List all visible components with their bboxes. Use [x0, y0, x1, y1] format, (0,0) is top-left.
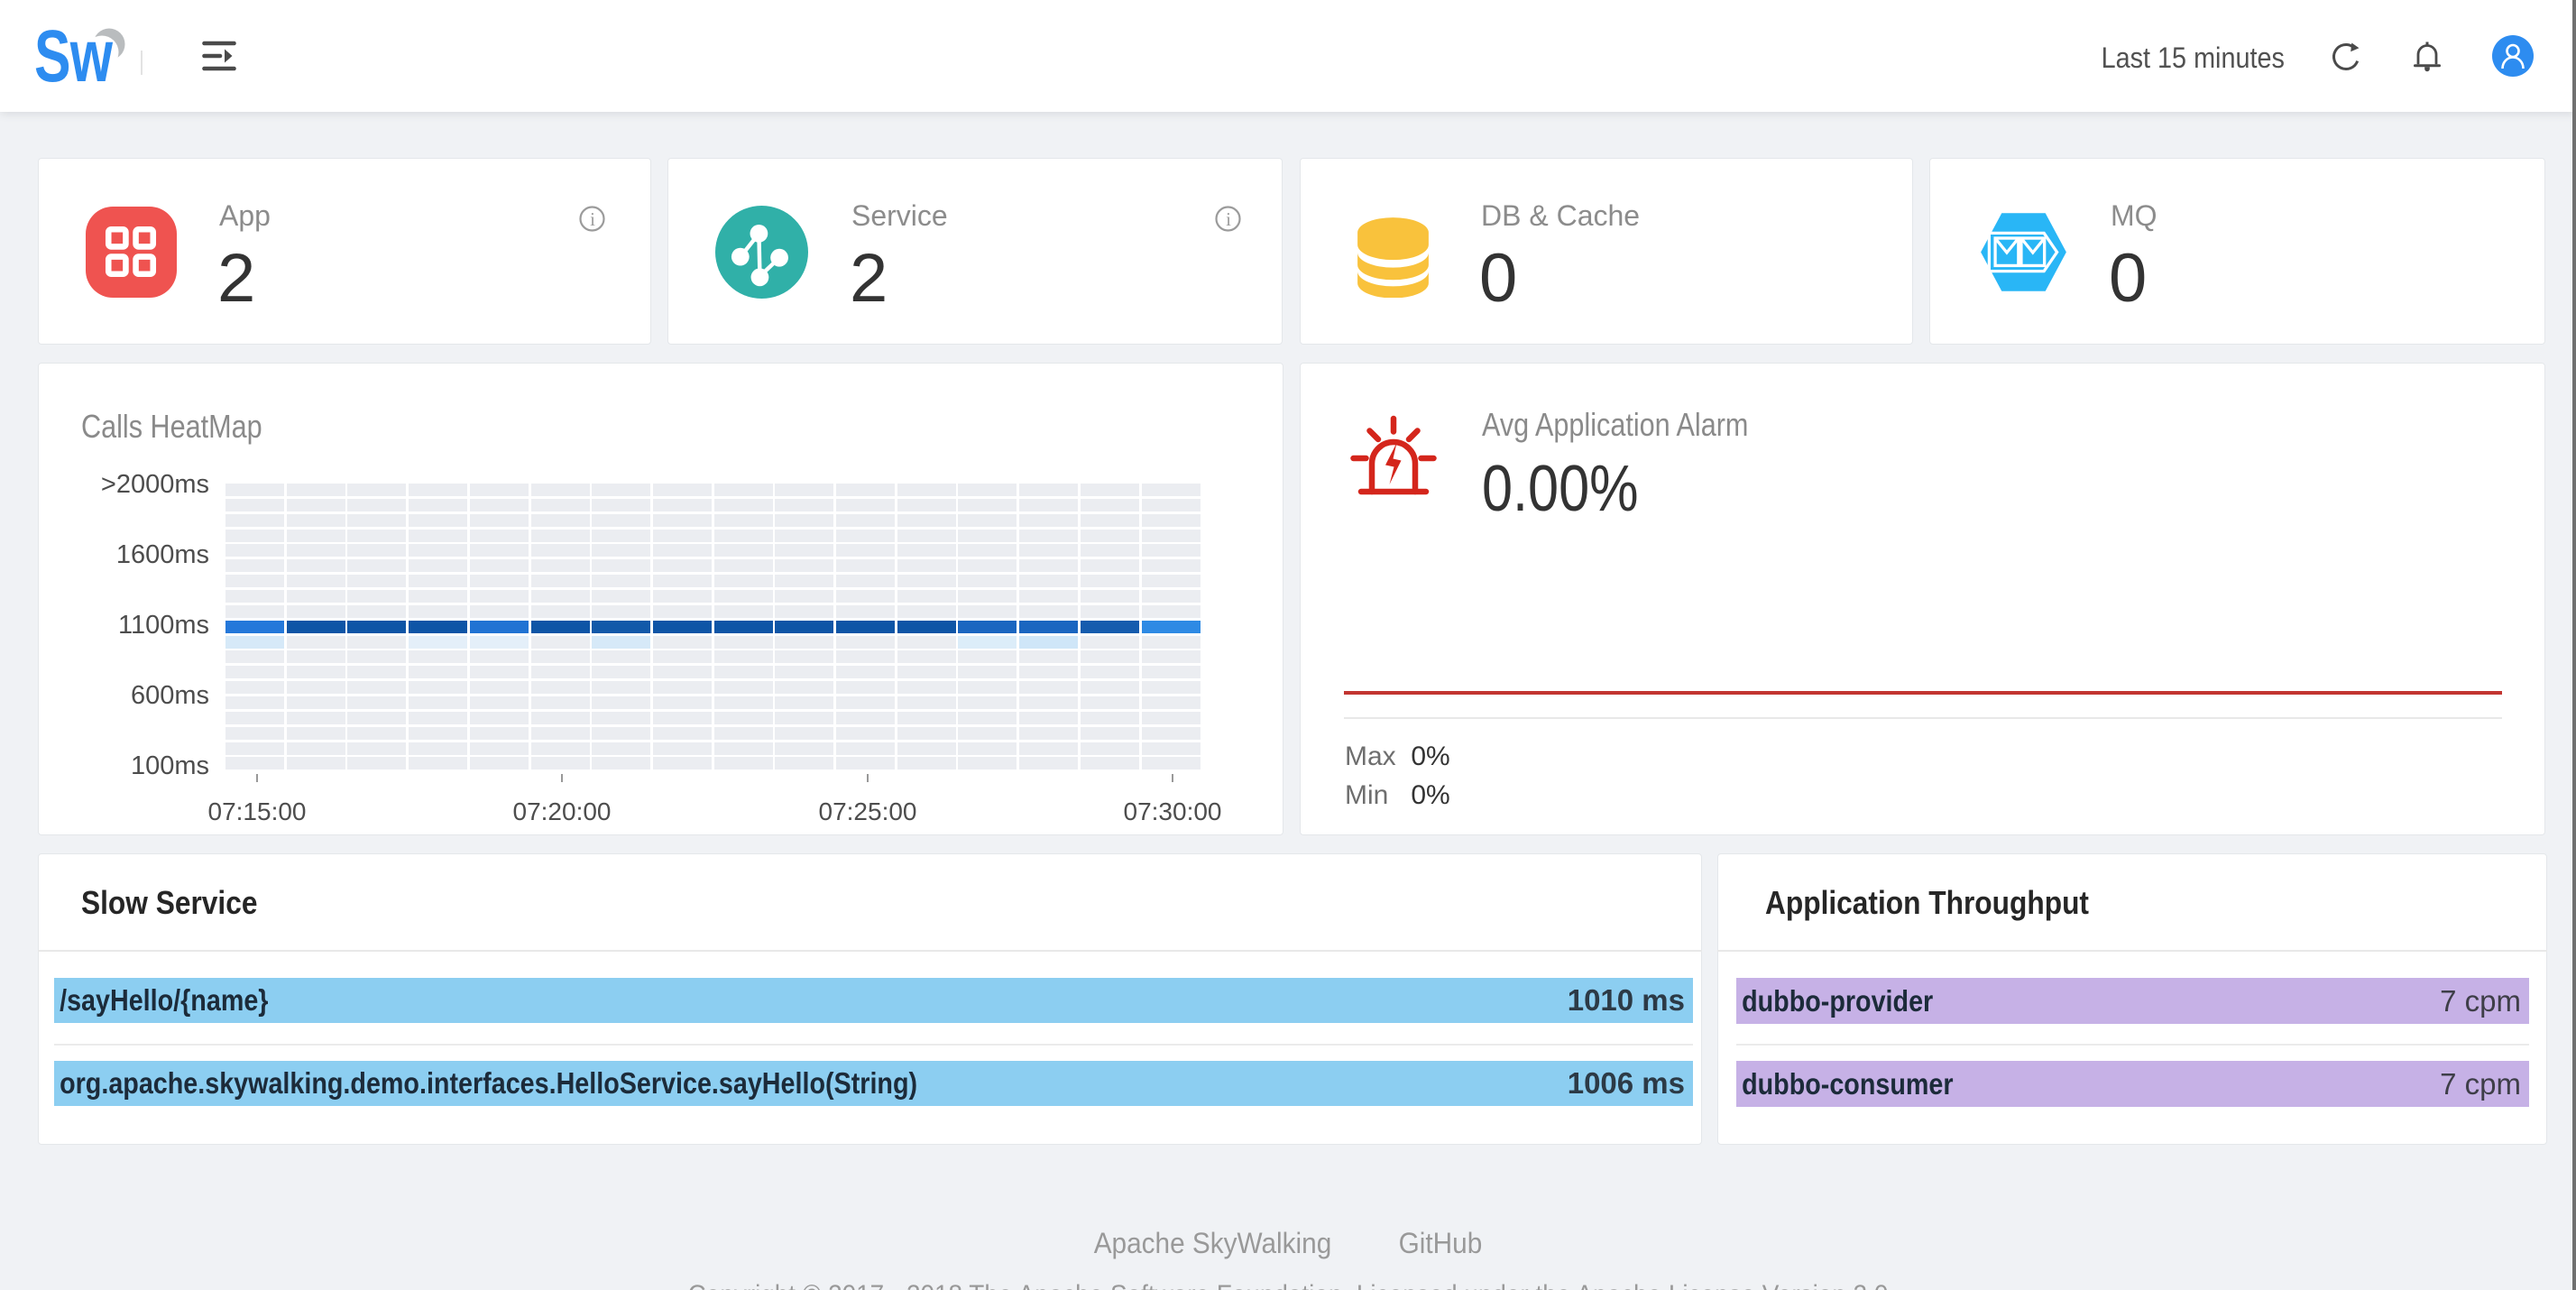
- svg-text:i: i: [1226, 208, 1231, 230]
- svg-text:i: i: [590, 208, 595, 230]
